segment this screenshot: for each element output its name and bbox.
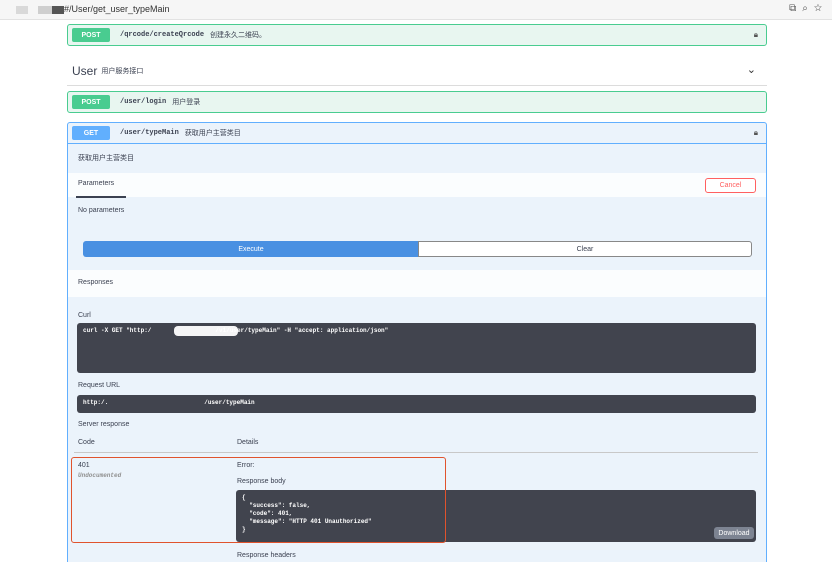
request-url-suffix: /user/typeMain [204,399,255,406]
method-badge: GET [72,126,110,140]
endpoint-login[interactable]: POST /user/login 用户登录 [67,91,767,113]
server-response-label: Server response [78,421,130,428]
redacted-host [174,326,238,336]
curl-label: Curl [78,312,91,319]
endpoint-path: /user/login [120,98,167,106]
response-headers-label: Response headers [237,552,296,559]
bookmark-star-icon[interactable]: ☆ [814,3,828,14]
curl-command-prefix: curl -X GET "http:/ [83,327,152,334]
request-url-label: Request URL [78,382,121,389]
details-column-header: Details [237,439,259,446]
chevron-down-icon[interactable]: ⌄ [747,63,756,76]
endpoint-path: /user/typeMain [120,129,179,137]
endpoint-summary: 创建永久二维码。 [210,32,267,39]
endpoint-summary: 用户登录 [172,99,201,106]
translate-icon[interactable]: ⧉ [789,3,802,14]
cancel-button[interactable]: Cancel [705,178,756,193]
method-badge: POST [72,28,110,42]
curl-command-suffix: /v1/user/typeMain" -H "accept: applicati… [215,327,389,334]
zoom-icon[interactable]: ⌕ [802,3,814,14]
execute-button[interactable]: Execute [83,241,419,257]
endpoint-summary: 获取用户主营类目 [184,130,241,137]
request-url-block[interactable]: http:/. /user/typeMain [77,395,756,413]
endpoint-header[interactable]: GET /user/typeMain 获取用户主营类目 🔒︎ [68,123,766,143]
clear-button[interactable]: Clear [418,241,752,257]
lock-icon[interactable]: 🔒︎ [754,30,758,40]
request-url-prefix: http:/. [83,399,109,406]
highlight-annotation [71,457,446,543]
responses-header [68,270,766,297]
no-parameters-text: No parameters [78,207,125,214]
download-button[interactable]: Download [714,527,754,539]
operation-description: 获取用户主营类目 [78,155,134,162]
address-bar[interactable]: #/User/get_user_typeMain [64,4,170,14]
tag-name: User [72,64,98,78]
tag-header-user[interactable]: User 用户服务接口 ⌄ [72,60,762,82]
tag-description: 用户服务接口 [101,68,144,75]
divider [67,85,767,86]
tab-parameters[interactable]: Parameters [78,180,114,187]
responses-title: Responses [78,279,114,286]
nav-placeholder[interactable] [16,6,28,14]
parameters-header [68,173,766,197]
lock-icon[interactable]: 🔒︎ [754,128,758,138]
code-column-header: Code [78,439,95,446]
endpoint-qrcode[interactable]: POST /qrcode/createQrcode 创建永久二维码。 🔒︎ [67,24,767,46]
browser-toolbar: #/User/get_user_typeMain ⧉⌕☆ [0,0,832,20]
endpoint-path: /qrcode/createQrcode [120,31,205,39]
address-redacted [38,6,64,14]
method-badge: POST [72,95,110,109]
